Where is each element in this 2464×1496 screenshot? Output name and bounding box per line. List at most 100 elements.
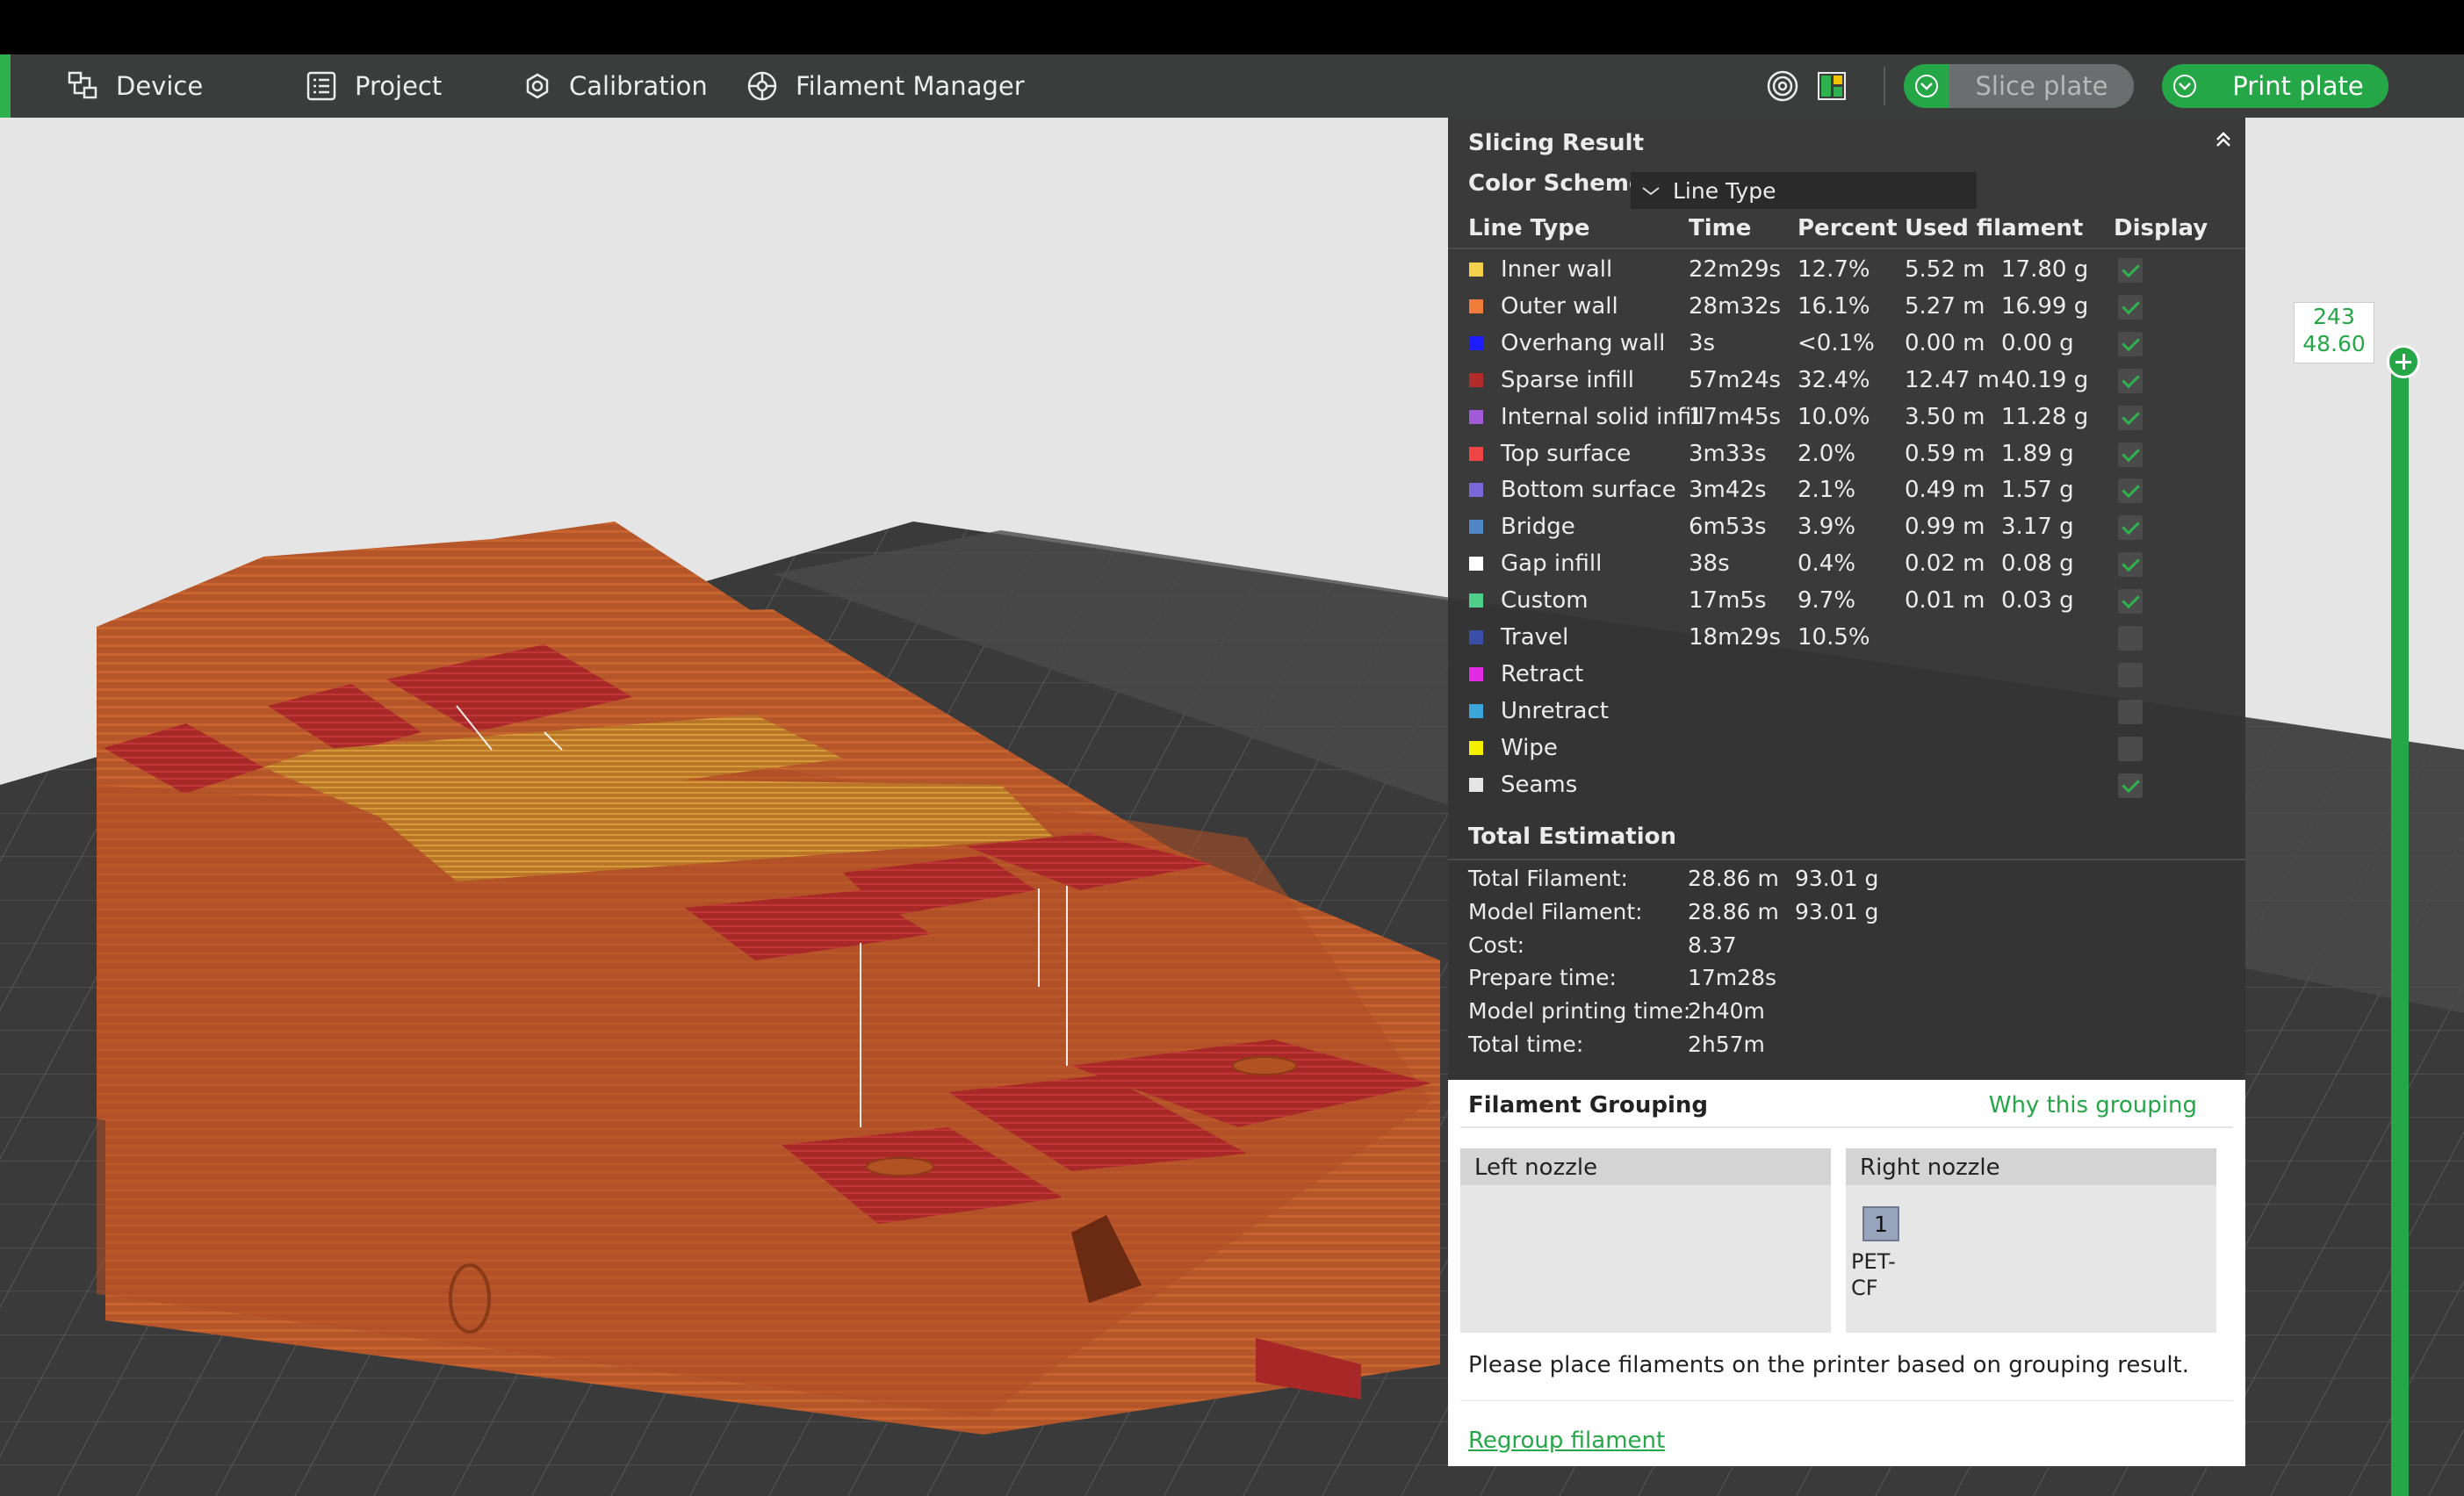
display-checkbox[interactable] [2118,773,2143,798]
display-checkbox[interactable] [2118,626,2143,651]
estimation-value-1: 8.37 [1688,931,1737,958]
display-checkbox[interactable] [2118,405,2143,430]
line-type-percent: 2.1% [1798,477,1856,504]
collapse-icon[interactable] [2210,126,2237,153]
layers-icon[interactable] [1765,68,1800,104]
line-type-row: Seams [1448,766,2245,803]
regroup-filament-link[interactable]: Regroup filament [1468,1428,1665,1454]
device-tab-label: Device [116,71,204,101]
color-swatch [1469,335,1483,350]
line-type-length: 0.02 m [1905,550,1985,578]
slice-plate-button[interactable]: Slice plate [1904,64,2134,108]
print-dropdown[interactable] [2162,64,2208,108]
display-checkbox[interactable] [2118,258,2143,283]
display-checkbox[interactable] [2118,368,2143,393]
total-estimation-title: Total Estimation [1468,824,1677,850]
filament-spool-icon [747,71,777,101]
estimation-label: Total time: [1468,1032,1584,1057]
line-type-time: 57m24s [1689,366,1782,393]
why-grouping-link[interactable]: Why this grouping [1989,1092,2197,1118]
filament-chip[interactable]: 1 [1862,1206,1899,1241]
project-tab-label: Project [355,71,443,101]
layout-icon[interactable] [1816,70,1848,102]
line-type-row: Wipe [1448,730,2245,766]
line-type-time: 3m42s [1689,477,1767,504]
right-nozzle-box: Right nozzle 1 PET-CF [1846,1148,2216,1333]
display-checkbox[interactable] [2118,736,2143,761]
line-type-row: Outer wall 28m32s 16.1% 5.27 m 16.99 g [1448,288,2245,325]
line-type-row: Retract [1448,656,2245,693]
line-type-row: Gap infill 38s 0.4% 0.02 m 0.08 g [1448,545,2245,582]
line-type-percent: 16.1% [1798,292,1870,320]
device-tab[interactable]: Device [67,54,203,118]
line-type-time: 3m33s [1689,440,1767,467]
line-type-length: 0.01 m [1905,587,1985,615]
line-type-percent: 10.0% [1798,403,1870,430]
line-type-percent: 9.7% [1798,587,1856,615]
slicing-result-title: Slicing Result [1468,130,1645,156]
calibration-tab[interactable]: Calibration [523,54,708,118]
display-checkbox[interactable] [2118,552,2143,578]
estimation-value-1: 28.86 m [1688,866,1779,891]
color-swatch [1469,777,1483,792]
chevron-down-icon [2173,75,2196,97]
line-type-weight: 1.89 g [2001,440,2074,467]
layer-number: 243 [2313,304,2355,329]
display-checkbox[interactable] [2118,331,2143,356]
device-icon [68,71,97,99]
line-type-row: Internal solid infill 17m45s 10.0% 3.50 m 11… [1448,399,2245,435]
line-type-length: 0.59 m [1905,440,1985,467]
estimation-label: Prepare time: [1468,965,1617,991]
color-scheme-value: Line Type [1673,177,1776,204]
title-bar [0,0,2464,54]
total-estimation-divider [1448,859,2245,860]
filament-manager-tab[interactable]: Filament Manager [746,54,1025,118]
project-tab[interactable]: Project [306,54,442,118]
color-swatch [1469,446,1483,461]
line-type-length: 3.50 m [1905,403,1985,430]
line-type-length: 5.52 m [1905,256,1985,283]
line-type-name: Inner wall [1501,256,1613,283]
color-swatch [1469,740,1483,755]
line-type-percent: 0.4% [1798,550,1856,578]
line-type-time: 38s [1689,550,1730,578]
line-type-row: Top surface 3m33s 2.0% 0.59 m 1.89 g [1448,435,2245,472]
line-type-weight: 40.19 g [2001,366,2089,393]
line-type-name: Sparse infill [1501,366,1634,393]
estimation-value-2: 93.01 g [1795,898,1879,924]
header-divider [1448,248,2245,249]
line-type-percent: 32.4% [1798,366,1870,393]
line-type-length: 0.99 m [1905,514,1985,541]
line-type-weight: 0.08 g [2001,550,2074,578]
line-type-time: 28m32s [1689,292,1782,320]
slice-plate-label[interactable]: Slice plate [1949,64,2134,108]
menubar-accent [0,54,11,118]
line-type-weight: 11.28 g [2001,403,2089,430]
estimation-value-1: 2h40m [1688,998,1765,1025]
display-checkbox[interactable] [2118,662,2143,687]
line-type-time: 17m45s [1689,403,1782,430]
line-type-name: Unretract [1501,697,1609,724]
display-checkbox[interactable] [2118,699,2143,724]
color-scheme-select[interactable]: Line Type [1631,172,1977,209]
display-checkbox[interactable] [2118,478,2143,504]
print-plate-label[interactable]: Print plate [2208,64,2388,108]
display-checkbox[interactable] [2118,294,2143,320]
layer-slider-track[interactable] [2391,362,2409,1496]
slice-dropdown[interactable] [1904,64,1949,108]
grouping-divider [1460,1126,2233,1128]
line-type-length: 5.27 m [1905,292,1985,320]
display-checkbox[interactable] [2118,589,2143,615]
print-plate-button[interactable]: Print plate [2162,64,2388,108]
display-checkbox[interactable] [2118,515,2143,541]
grouping-note: Please place filaments on the printer ba… [1468,1352,2190,1378]
right-nozzle-header: Right nozzle [1846,1148,2216,1185]
filament-manager-tab-label: Filament Manager [796,71,1025,101]
line-type-time: 3s [1689,329,1716,356]
display-checkbox[interactable] [2118,442,2143,467]
estimation-label: Model printing time: [1468,998,1691,1025]
layer-slider-handle[interactable] [2387,345,2420,378]
line-type-row: Bottom surface 3m42s 2.1% 0.49 m 1.57 g [1448,471,2245,508]
color-swatch [1469,263,1483,277]
header-time: Time [1689,215,1752,241]
